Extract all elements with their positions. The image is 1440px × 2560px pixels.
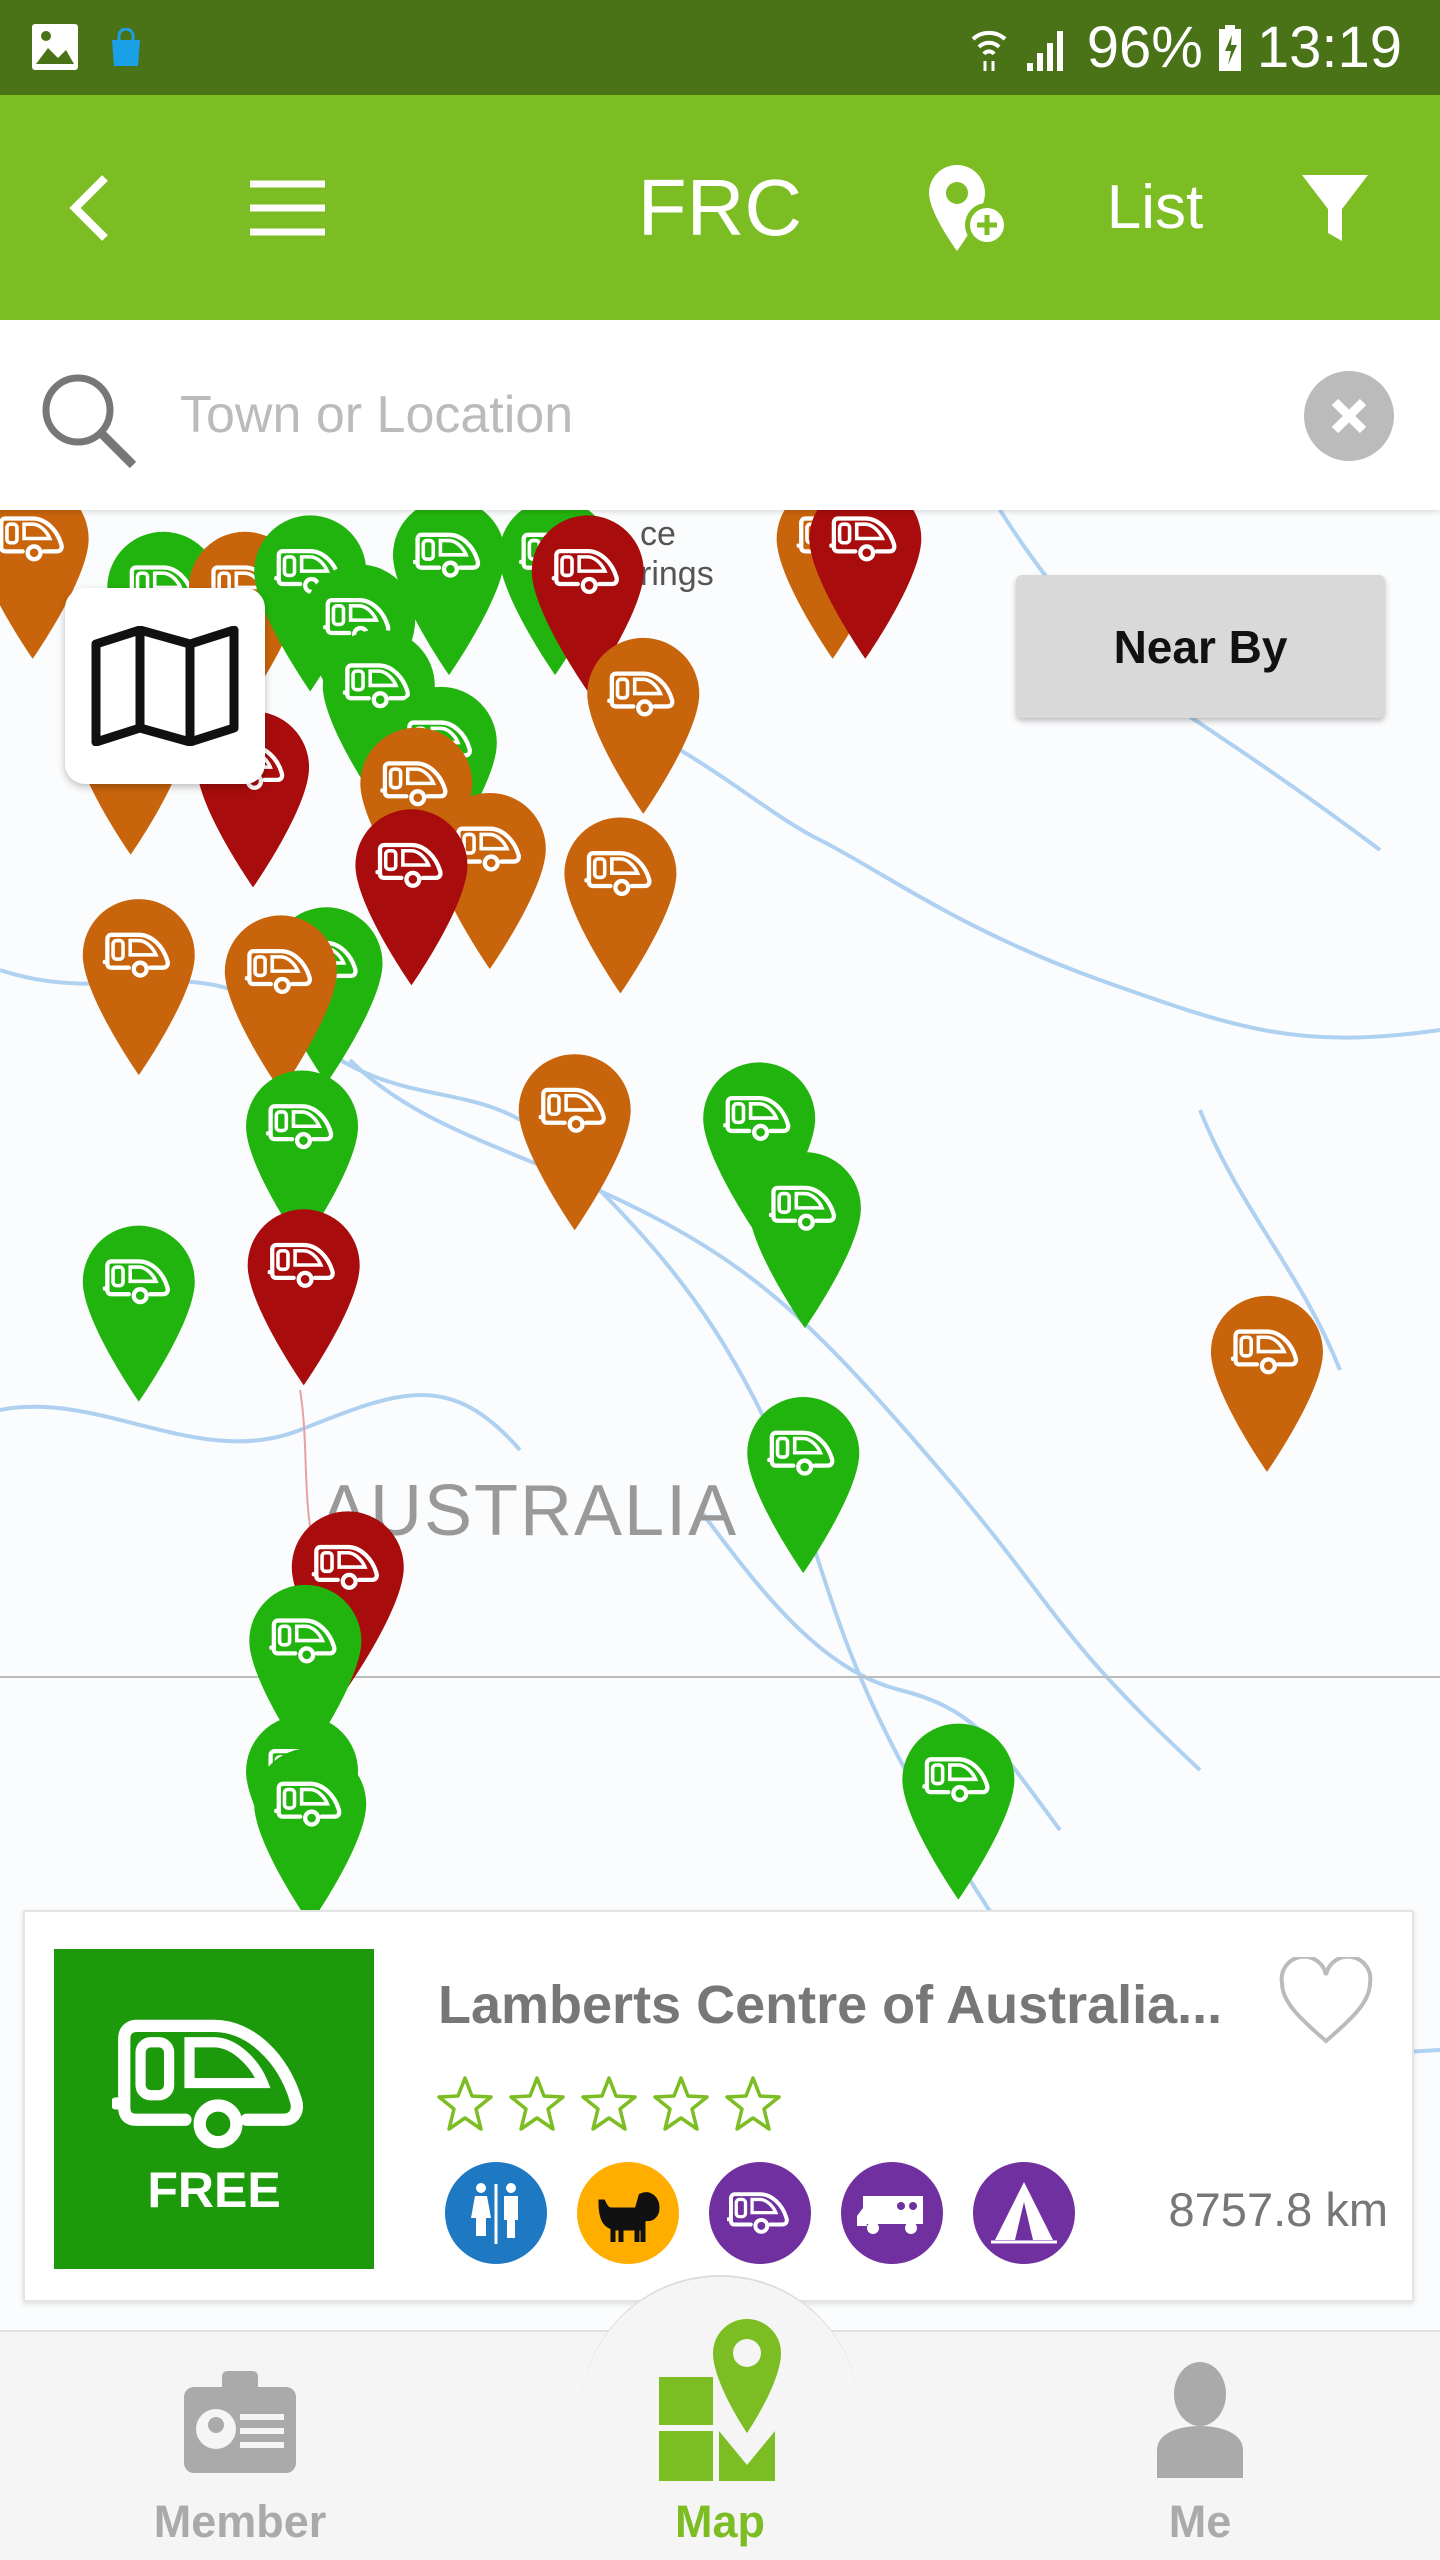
page-title: FRC	[637, 163, 803, 252]
filter-icon	[1302, 174, 1368, 241]
map-label-town-2: rings	[640, 555, 714, 593]
map-pin-icon	[659, 2319, 781, 2481]
status-bar: 96% 13:19	[0, 0, 1440, 95]
campsite-map-pin[interactable]	[587, 637, 700, 814]
amenity-caravan	[709, 2162, 811, 2264]
campsite-map-pin[interactable]	[748, 1152, 861, 1329]
star-icon	[435, 2074, 495, 2134]
campsite-map-pin[interactable]	[902, 1723, 1015, 1900]
campsite-map-pin[interactable]	[747, 1397, 860, 1574]
clock: 13:19	[1256, 15, 1402, 80]
add-location-icon	[929, 164, 1009, 251]
nav-map[interactable]: Map	[570, 2319, 870, 2560]
nav-member[interactable]: Member	[90, 2330, 390, 2560]
near-by-button[interactable]: Near By	[1016, 575, 1385, 718]
search-input[interactable]	[180, 375, 1280, 455]
caravan-icon	[112, 2009, 316, 2153]
nav-me-label: Me	[1168, 2496, 1232, 2547]
wifi-icon	[971, 30, 1007, 71]
favorite-heart-icon[interactable]	[1278, 1957, 1374, 2047]
battery-charging-icon	[1218, 24, 1241, 71]
nav-me[interactable]: Me	[1050, 2330, 1350, 2560]
campsite-map-pin[interactable]	[564, 817, 677, 994]
filter-button[interactable]	[1295, 95, 1375, 320]
battery-percent: 96%	[1086, 15, 1203, 80]
toilets-icon	[471, 2183, 518, 2244]
campsite-card[interactable]: FREE Lamberts Centre of Australia... 875…	[23, 1910, 1414, 2302]
campsite-map-pin[interactable]	[82, 1225, 195, 1402]
list-view-button[interactable]: List	[1095, 95, 1215, 320]
star-icon	[651, 2074, 711, 2134]
campsite-map-pin[interactable]	[254, 1748, 367, 1925]
amenity-pet-friendly	[577, 2162, 679, 2264]
campsite-title[interactable]: Lamberts Centre of Australia...	[438, 1974, 1222, 2036]
map-label-town-1: ce	[640, 515, 676, 553]
amenity-tent	[973, 2162, 1075, 2264]
search-bar	[0, 320, 1440, 510]
star-icon	[507, 2074, 567, 2134]
star-rating	[435, 2074, 783, 2134]
campsite-map-pin[interactable]	[82, 899, 195, 1076]
pet-friendly-icon	[598, 2192, 660, 2242]
star-icon	[579, 2074, 639, 2134]
campsite-thumbnail: FREE	[54, 1949, 374, 2269]
campsite-map-pin[interactable]	[1210, 1295, 1323, 1472]
signal-icon	[1026, 30, 1063, 71]
star-icon	[723, 2074, 783, 2134]
nav-member-label: Member	[153, 2496, 327, 2547]
search-icon	[42, 374, 137, 469]
nav-map-label: Map	[675, 2496, 765, 2547]
amenity-toilets	[445, 2162, 547, 2264]
motorhome-icon	[857, 2196, 923, 2234]
profile-icon	[1157, 2362, 1243, 2478]
distance: 8757.8 km	[1168, 2183, 1388, 2236]
map-icon	[91, 626, 239, 746]
member-card-icon	[184, 2371, 296, 2473]
gallery-icon	[32, 24, 78, 70]
add-location-button[interactable]	[925, 95, 1015, 320]
amenity-motorhome	[841, 2162, 943, 2264]
amenity-icons	[445, 2162, 1083, 2266]
caravan-icon	[709, 2162, 811, 2264]
price-badge: FREE	[147, 2162, 281, 2218]
app-header: FRC List	[0, 95, 1440, 320]
campsite-map-pin[interactable]	[247, 1209, 360, 1386]
tent-icon	[991, 2182, 1057, 2244]
clear-search-button[interactable]	[1303, 370, 1395, 462]
shopping-bag-icon	[112, 28, 140, 66]
map-type-button[interactable]	[65, 588, 265, 784]
